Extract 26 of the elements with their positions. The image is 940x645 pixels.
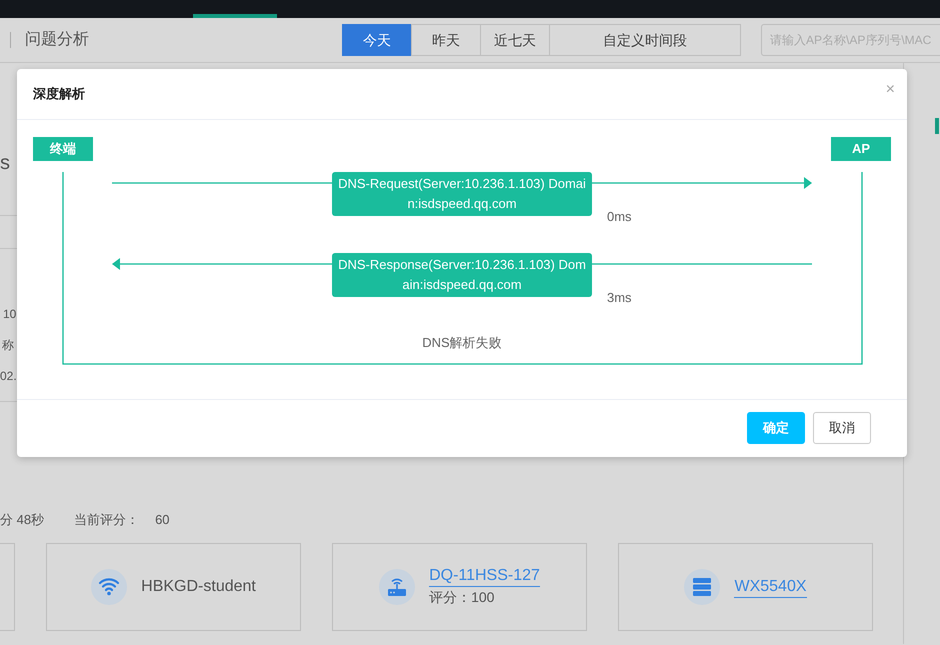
date-range-tab[interactable]: 自定义时间段 [549, 24, 741, 56]
text-fragment: 10 [3, 306, 16, 323]
duration-text: 分 48秒 [0, 511, 44, 529]
message-label: DNS-Response(Server:10.236.1.103) Domain:isdspeed.qq.com [332, 253, 592, 297]
latency-text: 3ms [607, 289, 632, 307]
score-label: 当前评分： [74, 511, 140, 529]
text-fragment: s [0, 153, 10, 173]
message-label: DNS-Request(Server:10.236.1.103) Domain:isdspeed.qq.com [332, 172, 592, 216]
latency-text: 0ms [607, 208, 632, 226]
close-button[interactable]: × [886, 82, 895, 98]
page-title: 问题分析 [25, 30, 89, 50]
text-fragment: 02. [0, 368, 17, 385]
device-score: 评分：100 [429, 588, 494, 607]
score-value: 60 [155, 511, 170, 529]
endpoint-label: 终端 [33, 137, 93, 161]
ssid-name: HBKGD-student [141, 577, 256, 597]
endpoint-label: AP [831, 137, 891, 161]
date-range-tab[interactable]: 昨天 [411, 24, 481, 56]
text-fragment: 称 [2, 337, 14, 354]
dialog-title: 深度解析 [33, 85, 85, 104]
device-link[interactable]: WX5540X [734, 576, 807, 598]
date-range-tab[interactable]: 今天 [342, 24, 412, 56]
result-text: DNS解析失败 [421, 334, 503, 352]
date-range-tab[interactable]: 近七天 [480, 24, 550, 56]
device-link[interactable]: DQ-11HSS-127 [429, 566, 540, 587]
cancel-button[interactable]: 取消 [813, 412, 871, 444]
